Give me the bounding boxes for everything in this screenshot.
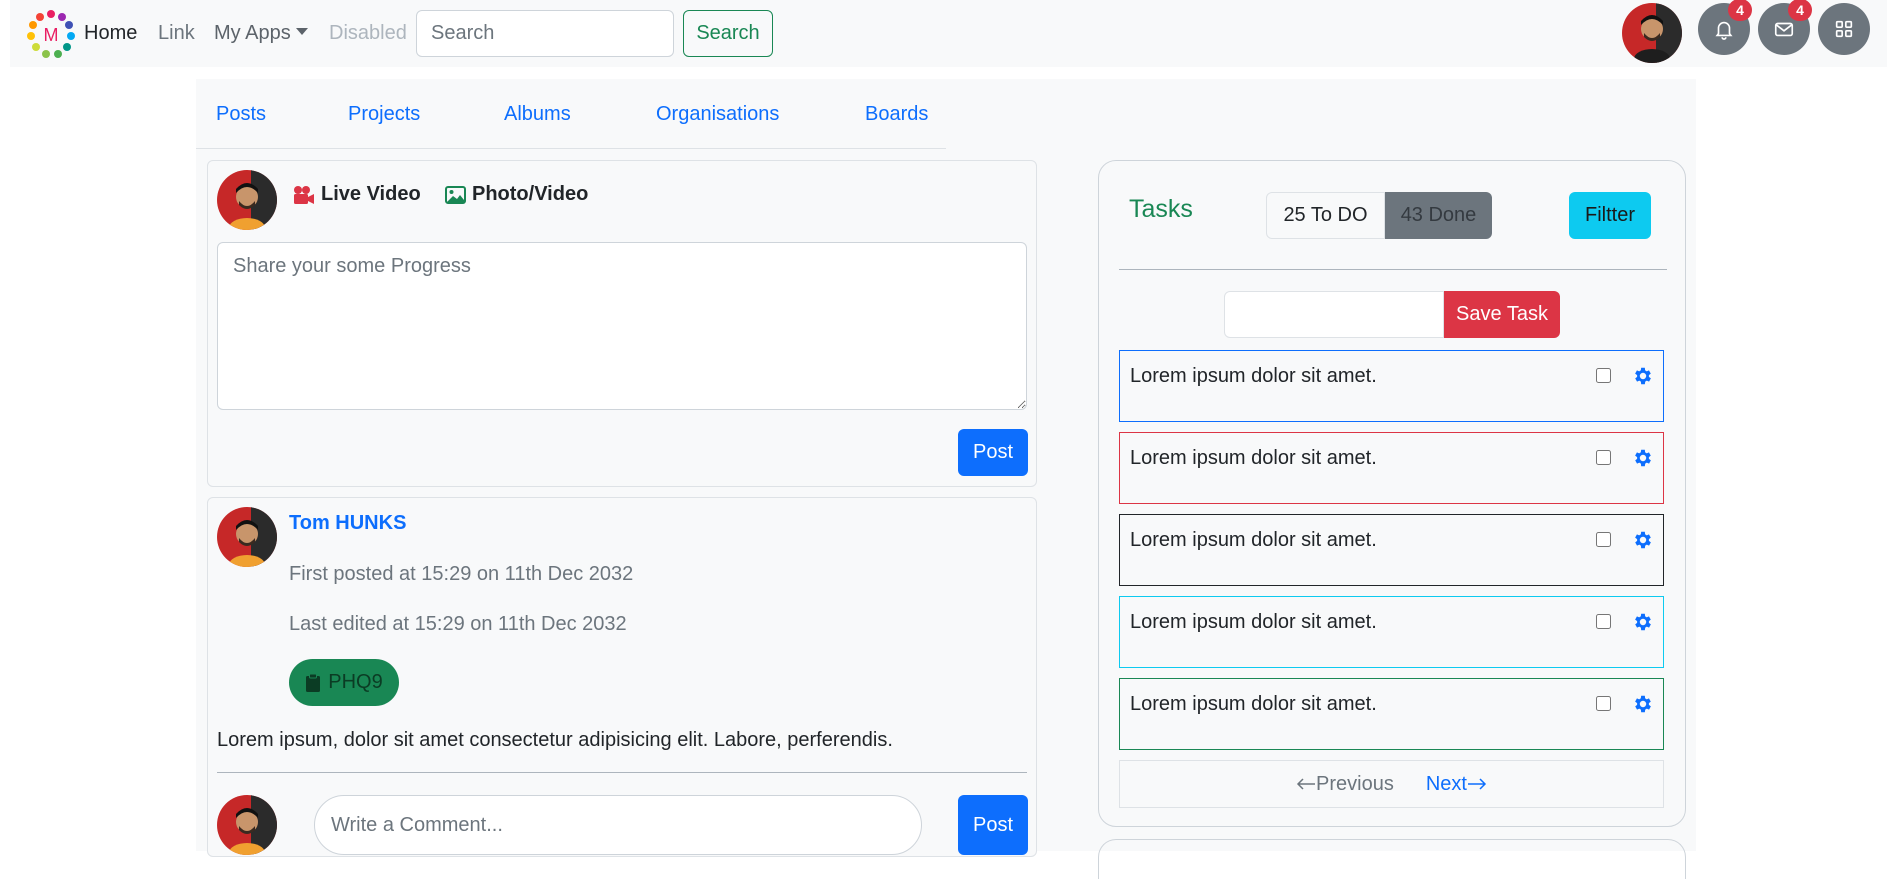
brand-logo-icon[interactable]: M	[25, 8, 77, 60]
task-text: Lorem ipsum dolor sit amet.	[1130, 693, 1377, 715]
post-last-edited: Last edited at 15:29 on 11th Dec 2032	[289, 613, 627, 635]
bell-icon	[1715, 21, 1733, 40]
comment-input[interactable]	[314, 795, 922, 855]
previous-page-link[interactable]: Previous	[1296, 773, 1394, 796]
caret-down-icon	[295, 28, 308, 35]
next-page-link[interactable]: Next	[1426, 773, 1487, 796]
notifications-button[interactable]: 4	[1698, 0, 1752, 55]
image-icon	[445, 185, 466, 204]
todo-toggle-button[interactable]: 25 To DO	[1266, 192, 1385, 239]
author-avatar[interactable]	[217, 507, 277, 567]
composer-avatar	[217, 170, 277, 230]
post-tag-badge[interactable]: PHQ9	[289, 659, 399, 706]
main-container: Posts Projects Albums Organisations Boar…	[196, 79, 1696, 879]
task-text: Lorem ipsum dolor sit amet.	[1130, 365, 1377, 387]
comment-post-button[interactable]: Post	[958, 795, 1028, 855]
gear-icon[interactable]	[1632, 365, 1654, 387]
save-task-button[interactable]: Save Task	[1444, 291, 1560, 338]
tasks-divider	[1119, 269, 1667, 270]
grid-icon	[1835, 20, 1853, 38]
nav-link-link[interactable]: Link	[158, 22, 195, 45]
task-checkbox[interactable]	[1596, 614, 1611, 629]
secondary-panel	[1098, 839, 1686, 879]
task-checkbox[interactable]	[1596, 450, 1611, 465]
photo-video-button[interactable]: Photo/Video	[445, 183, 588, 206]
task-text: Lorem ipsum dolor sit amet.	[1130, 447, 1377, 469]
tasks-panel: Tasks 25 To DO 43 Done Filtter Save Task…	[1098, 160, 1686, 827]
user-avatar[interactable]	[1622, 3, 1682, 63]
post-author-link[interactable]: Tom HUNKS	[289, 512, 406, 535]
task-item: Lorem ipsum dolor sit amet.	[1119, 432, 1664, 504]
task-item: Lorem ipsum dolor sit amet.	[1119, 678, 1664, 750]
post-body-text: Lorem ipsum, dolor sit amet consectetur …	[217, 729, 893, 751]
task-checkbox[interactable]	[1596, 368, 1611, 383]
messages-button[interactable]: 4	[1758, 0, 1812, 55]
post-first-posted: First posted at 15:29 on 11th Dec 2032	[289, 563, 634, 585]
post-button[interactable]: Post	[958, 429, 1028, 476]
arrow-left-icon	[1296, 778, 1316, 790]
top-navbar: M Home Link My Apps Disabled Search 4 4	[10, 0, 1887, 67]
search-input[interactable]	[416, 10, 674, 57]
task-item: Lorem ipsum dolor sit amet.	[1119, 514, 1664, 586]
filter-button[interactable]: Filtter	[1569, 192, 1651, 239]
tasks-pagination: Previous Next	[1119, 760, 1664, 808]
task-text: Lorem ipsum dolor sit amet.	[1130, 611, 1377, 633]
gear-icon[interactable]	[1632, 529, 1654, 551]
clipboard-icon	[306, 673, 321, 692]
task-item: Lorem ipsum dolor sit amet.	[1119, 596, 1664, 668]
envelope-icon	[1774, 22, 1794, 37]
live-video-label: Live Video	[321, 183, 421, 205]
commenter-avatar	[217, 795, 277, 855]
camera-video-icon	[294, 185, 314, 204]
tab-projects[interactable]: Projects	[348, 103, 420, 126]
tab-albums[interactable]: Albums	[504, 103, 571, 126]
nav-home-link[interactable]: Home	[84, 22, 137, 45]
apps-grid-button[interactable]	[1818, 3, 1870, 55]
done-toggle-button[interactable]: 43 Done	[1385, 192, 1492, 239]
live-video-button[interactable]: Live Video	[293, 183, 421, 206]
notifications-badge: 4	[1728, 0, 1752, 21]
gear-icon[interactable]	[1632, 611, 1654, 633]
nav-my-apps-dropdown[interactable]: My Apps	[214, 22, 308, 45]
photo-video-label: Photo/Video	[472, 183, 589, 205]
nav-my-apps-label: My Apps	[214, 22, 291, 44]
task-item: Lorem ipsum dolor sit amet.	[1119, 350, 1664, 422]
search-button[interactable]: Search	[683, 10, 773, 57]
post-tag-label: PHQ9	[328, 671, 383, 693]
gear-icon[interactable]	[1632, 693, 1654, 715]
tab-organisations[interactable]: Organisations	[656, 103, 779, 126]
tab-posts[interactable]: Posts	[216, 103, 266, 126]
profile-tabs: Posts Projects Albums Organisations Boar…	[196, 79, 946, 149]
tab-boards[interactable]: Boards	[865, 103, 928, 126]
task-text: Lorem ipsum dolor sit amet.	[1130, 529, 1377, 551]
next-label: Next	[1425, 772, 1467, 795]
post-card: Tom HUNKS First posted at 15:29 on 11th …	[207, 497, 1037, 857]
arrow-right-icon	[1467, 778, 1487, 790]
nav-disabled-link: Disabled	[329, 22, 407, 44]
brand-letter: M	[44, 25, 59, 45]
tasks-title: Tasks	[1129, 195, 1193, 223]
new-task-input[interactable]	[1224, 291, 1444, 338]
task-checkbox[interactable]	[1596, 532, 1611, 547]
previous-label: Previous	[1316, 772, 1394, 795]
tasks-status-toggle: 25 To DO 43 Done	[1266, 192, 1492, 239]
task-checkbox[interactable]	[1596, 696, 1611, 711]
messages-badge: 4	[1788, 0, 1812, 21]
post-composer: Live Video Photo/Video Post	[207, 160, 1037, 487]
progress-textarea[interactable]	[217, 242, 1027, 410]
post-divider	[217, 772, 1027, 773]
gear-icon[interactable]	[1632, 447, 1654, 469]
